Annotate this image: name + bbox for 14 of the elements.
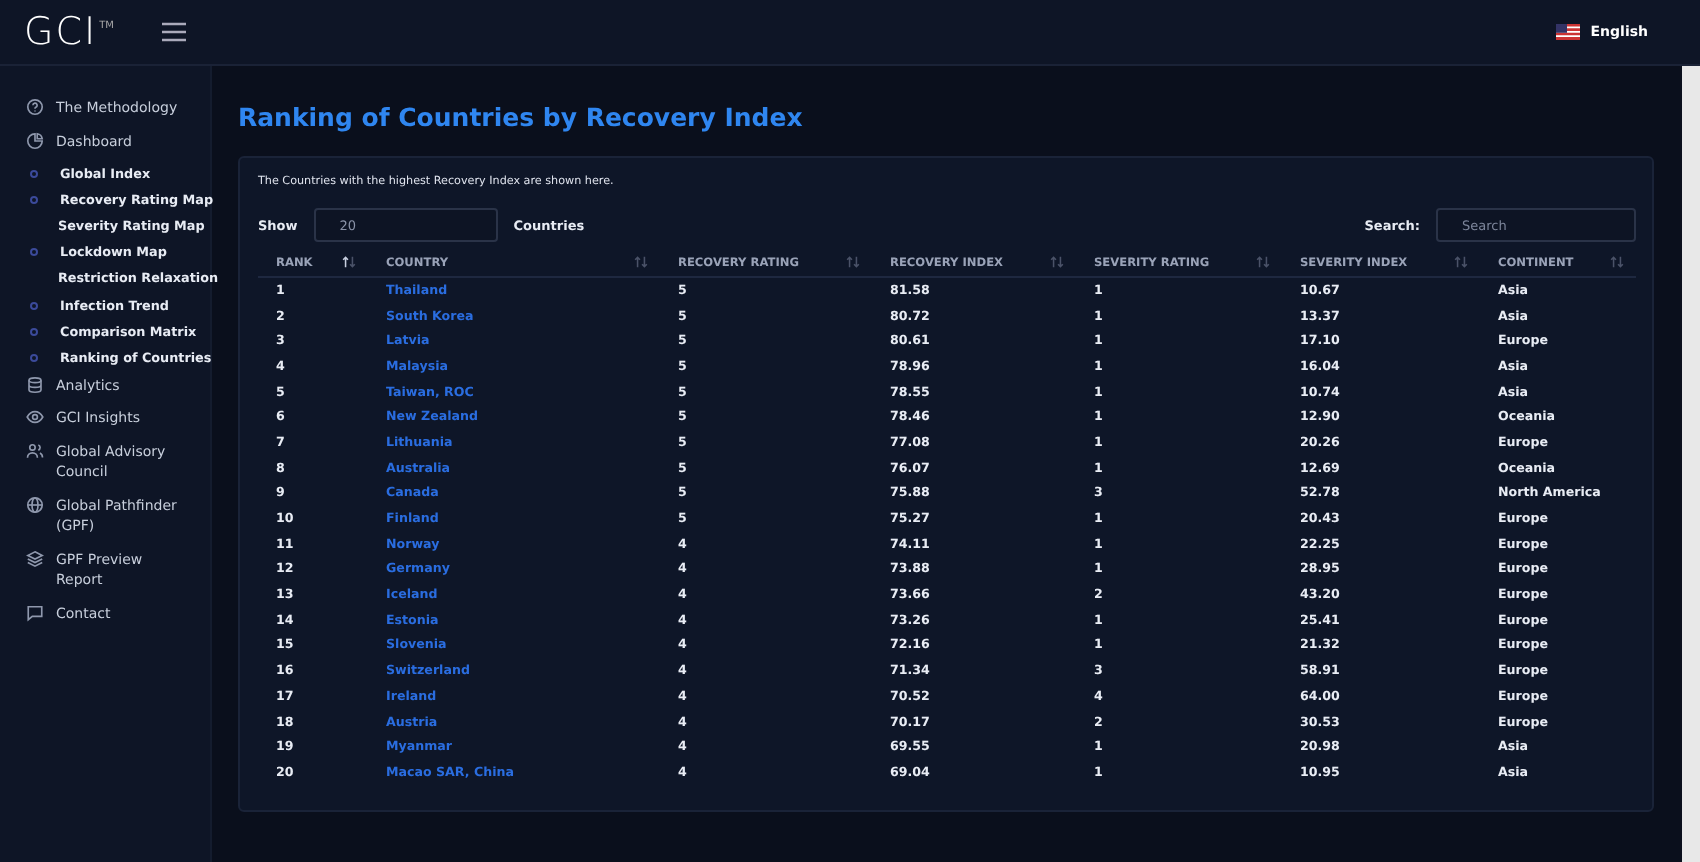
scrollbar[interactable]: [1682, 66, 1700, 862]
question-icon: [26, 98, 44, 116]
people-icon: [26, 441, 44, 459]
flag-icon: [1556, 24, 1581, 40]
logo[interactable]: GCI: [24, 10, 98, 54]
globe-icon: [26, 495, 44, 513]
page-title: Ranking of Countries by Recovery Index: [238, 102, 805, 132]
menu-icon[interactable]: [161, 22, 186, 42]
layers-icon: [26, 549, 44, 567]
database-icon: [26, 375, 44, 393]
pie-chart-icon: [26, 131, 44, 149]
chat-bubble-icon: [26, 603, 44, 621]
sort-icon[interactable]: [342, 256, 356, 268]
eye-icon: [26, 408, 44, 426]
